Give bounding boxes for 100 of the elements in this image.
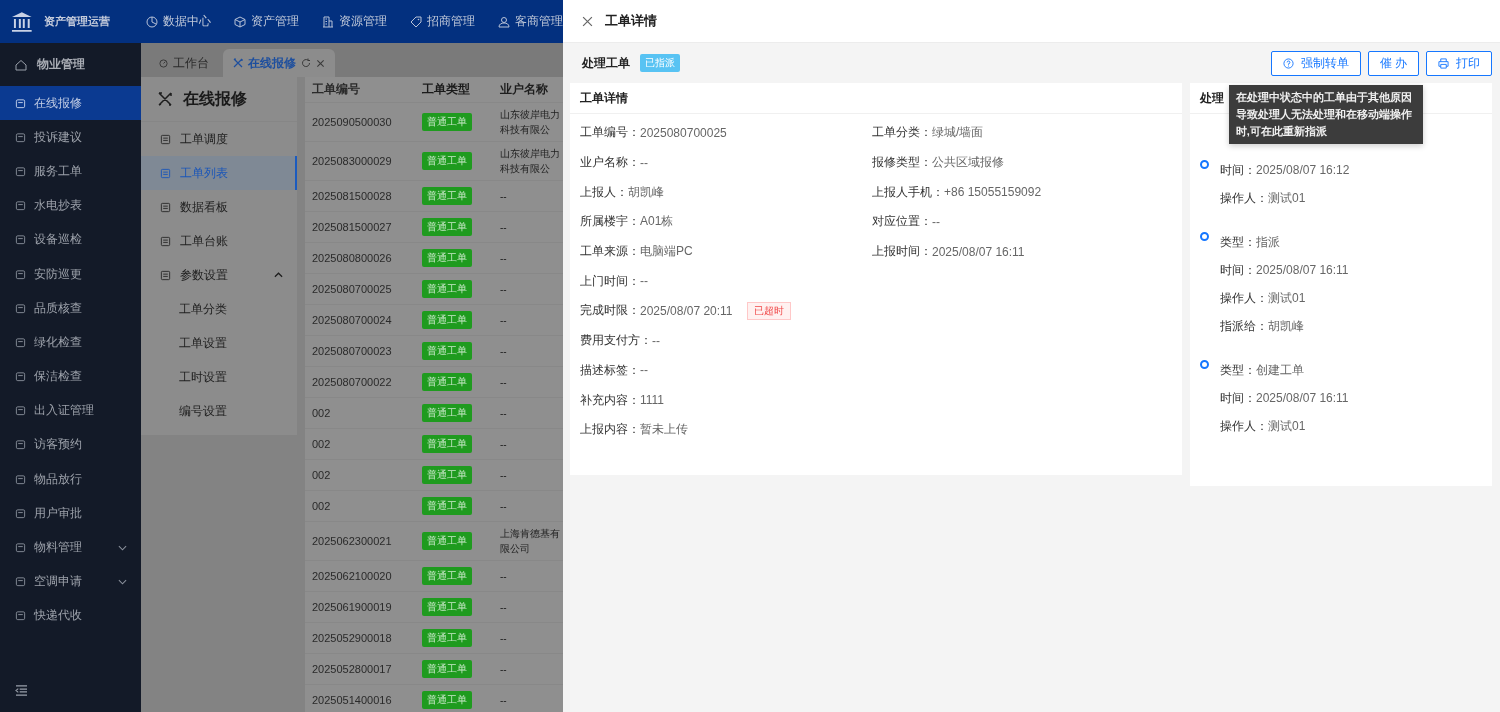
field-value: 公共区域报修 xyxy=(932,154,1004,172)
submenu-item[interactable]: 工时设置 xyxy=(141,360,297,395)
overdue-tag: 已超时 xyxy=(746,301,791,320)
field-value: 2025/08/07 16:11 xyxy=(932,244,1025,259)
table-cell-text: 2025051400016 xyxy=(311,694,393,706)
field-label: 上报内容： xyxy=(580,421,640,439)
menu-item-icon xyxy=(15,576,26,588)
app-title: 资产管理运营 xyxy=(43,14,111,29)
tooltip: 在处理中状态中的工单由于其他原因导致处理人无法处理和在移动端操作时,可在此重新指派 xyxy=(1228,84,1423,144)
menu-item-icon xyxy=(15,97,26,109)
table-cell-text: -- xyxy=(500,220,508,235)
sidebar-item[interactable]: 物品放行 xyxy=(0,462,141,497)
close-icon[interactable] xyxy=(316,58,325,68)
nav-link[interactable]: 资源管理 xyxy=(322,13,387,30)
table-cell-text: 2025052900018 xyxy=(311,632,393,644)
refresh-icon[interactable] xyxy=(301,58,311,68)
submenu-item[interactable]: 参数设置 xyxy=(141,258,297,292)
field-value: 1111 xyxy=(640,393,665,408)
field-label: 工单来源： xyxy=(580,243,640,261)
table-cell-text: 2025081500027 xyxy=(311,221,393,233)
sidebar-header[interactable]: 物业管理 xyxy=(0,43,141,86)
table-cell-text: -- xyxy=(500,282,508,297)
sidebar-item[interactable]: 设备巡检 xyxy=(0,222,141,257)
sidebar-item[interactable]: 物料管理 xyxy=(0,530,141,565)
sidebar-item[interactable]: 绿化检查 xyxy=(0,325,141,360)
submenu-item[interactable]: 工单分类 xyxy=(141,292,297,327)
sidebar-item[interactable]: 用户审批 xyxy=(0,496,141,531)
table-cell-text: 山东彼岸电力科技有限公 xyxy=(500,108,561,137)
table-cell-text: -- xyxy=(500,569,508,584)
list-icon xyxy=(160,269,171,281)
sidebar-item[interactable]: 空调申请 xyxy=(0,564,141,599)
field-value: 创建工单 xyxy=(1256,361,1304,379)
field-value: -- xyxy=(640,274,648,289)
timeline-dot xyxy=(1200,232,1209,241)
nav-link[interactable]: 资产管理 xyxy=(234,13,299,30)
field-label: 类型： xyxy=(1220,361,1256,379)
sidebar-item[interactable]: 快递代收 xyxy=(0,598,141,633)
table-cell-text: 2025061900019 xyxy=(311,601,393,613)
table-cell-text: 2025062300021 xyxy=(311,535,393,547)
field-value: 2025080700025 xyxy=(640,125,727,140)
submenu-item[interactable]: 工单调度 xyxy=(141,122,297,156)
sidebar-item[interactable]: 品质核查 xyxy=(0,291,141,326)
sidebar-item[interactable]: 在线报修 xyxy=(0,86,141,121)
menu-item-icon xyxy=(15,131,26,143)
sidebar-item[interactable]: 水电抄表 xyxy=(0,188,141,223)
list-icon xyxy=(160,167,171,179)
field-label: 对应位置： xyxy=(872,213,932,231)
field-value: A01栋 xyxy=(640,213,674,231)
table-cell-text: 002 xyxy=(311,469,332,481)
building-icon xyxy=(322,15,334,28)
box-icon xyxy=(234,15,246,28)
nav-link[interactable]: 数据中心 xyxy=(146,13,211,30)
menu-item-icon xyxy=(15,165,26,177)
table-cell-text: -- xyxy=(500,662,508,677)
field-label: 类型： xyxy=(1220,233,1256,251)
action-button[interactable]: 强制转单 xyxy=(1270,50,1361,76)
collapse-menu-icon[interactable] xyxy=(15,685,28,696)
menu-item-icon xyxy=(15,473,26,485)
table-cell-text: 002 xyxy=(311,500,332,512)
field-value: 胡凯峰 xyxy=(1268,317,1304,335)
sidebar-item[interactable]: 投诉建议 xyxy=(0,120,141,155)
submenu-item[interactable]: 工单台账 xyxy=(141,224,297,258)
action-button[interactable]: 打印 xyxy=(1426,50,1492,76)
type-tag: 普通工单 xyxy=(422,373,472,391)
type-tag: 普通工单 xyxy=(422,435,472,453)
sidebar-item[interactable]: 保洁检查 xyxy=(0,359,141,394)
field-value: -- xyxy=(640,155,648,170)
menu-item-icon xyxy=(15,336,26,348)
menu-item-icon xyxy=(15,405,26,417)
field-label: 操作人： xyxy=(1220,189,1268,207)
field-value: 测试01 xyxy=(1268,417,1306,435)
help-icon xyxy=(1282,57,1294,69)
column-header: 业户名称 xyxy=(500,81,549,98)
nav-link[interactable]: 客商管理 xyxy=(498,13,563,30)
nav-link[interactable]: 招商管理 xyxy=(410,13,475,30)
field-value: 绿城/墙面 xyxy=(932,124,984,142)
tools-icon xyxy=(233,58,243,68)
status-tag: 已指派 xyxy=(640,54,680,72)
type-tag: 普通工单 xyxy=(422,404,472,422)
submenu-item[interactable]: 编号设置 xyxy=(141,394,297,429)
table-cell-text: -- xyxy=(500,499,508,514)
menu-item-icon xyxy=(15,610,26,622)
action-button[interactable]: 催 办 xyxy=(1367,50,1419,76)
field-value: 2025/08/07 16:11 xyxy=(1256,391,1349,405)
type-tag: 普通工单 xyxy=(422,152,472,170)
table-cell-text: -- xyxy=(500,251,508,266)
type-tag: 普通工单 xyxy=(422,567,472,585)
type-tag: 普通工单 xyxy=(422,187,472,205)
close-icon[interactable] xyxy=(582,15,593,27)
submenu-item[interactable]: 数据看板 xyxy=(141,190,297,224)
field-label: 补充内容： xyxy=(580,391,640,409)
sidebar-item[interactable]: 出入证管理 xyxy=(0,393,141,428)
sidebar-item[interactable]: 访客预约 xyxy=(0,427,141,463)
sidebar-item[interactable]: 服务工单 xyxy=(0,154,141,189)
type-tag: 普通工单 xyxy=(422,629,472,647)
sidebar-item[interactable]: 安防巡更 xyxy=(0,256,141,292)
field-label: 工单分类： xyxy=(872,124,932,142)
field-label: 费用支付方： xyxy=(580,332,652,350)
tools-icon xyxy=(157,91,173,107)
submenu-item[interactable]: 工单设置 xyxy=(141,326,297,361)
